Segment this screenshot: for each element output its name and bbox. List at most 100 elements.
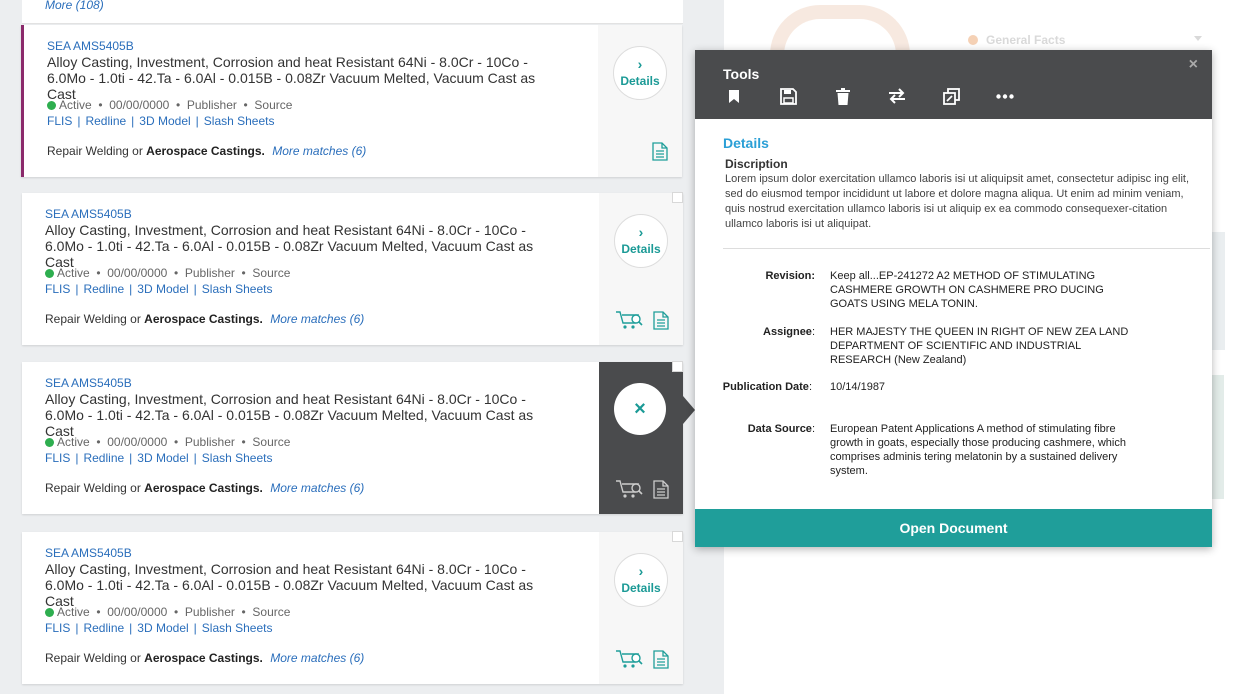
chevron-right-icon: ›	[638, 563, 644, 579]
status-text: Active	[57, 266, 90, 280]
document-icon[interactable]	[653, 479, 669, 499]
details-heading: Details	[723, 135, 769, 151]
copy-icon[interactable]	[942, 87, 960, 105]
separator: •	[243, 98, 248, 112]
match-snippet: Repair Welding or Aerospace Castings. Mo…	[45, 481, 364, 495]
status-text: Active	[57, 605, 90, 619]
results-list: More (108) SEA AMS5405B Alloy Casting, I…	[0, 0, 724, 694]
document-icon[interactable]	[652, 142, 668, 161]
field-key-label: Publication Date	[722, 381, 809, 393]
link-redline[interactable]: Redline	[83, 282, 124, 296]
link-slash-sheets[interactable]: Slash Sheets	[202, 621, 273, 635]
field-key-label: Assignee	[763, 326, 812, 338]
swap-icon[interactable]	[888, 87, 906, 105]
link-redline[interactable]: Redline	[83, 621, 124, 635]
status-text: Active	[59, 98, 92, 112]
details-button[interactable]: › Details	[614, 214, 668, 268]
open-document-button[interactable]: Open Document	[695, 509, 1212, 547]
details-label: Details	[621, 242, 661, 256]
details-button[interactable]: › Details	[614, 553, 668, 607]
match-prefix: Repair Welding or	[45, 651, 141, 665]
document-icon[interactable]	[653, 649, 669, 669]
link-flis[interactable]: FLIS	[45, 621, 70, 635]
link-flis[interactable]: FLIS	[47, 114, 72, 128]
link-slash-sheets[interactable]: Slash Sheets	[202, 451, 273, 465]
separator: •	[173, 435, 179, 449]
close-details-button[interactable]: ×	[614, 383, 666, 435]
select-checkbox[interactable]	[672, 531, 683, 542]
status-text: Active	[57, 435, 90, 449]
result-title[interactable]: Alloy Casting, Investment, Corrosion and…	[45, 391, 565, 439]
link-slash-sheets[interactable]: Slash Sheets	[204, 114, 275, 128]
active-status-icon	[47, 101, 56, 110]
separator: •	[241, 266, 246, 280]
link-redline[interactable]: Redline	[83, 451, 124, 465]
result-card[interactable]: SEA AMS5405B Alloy Casting, Investment, …	[22, 361, 683, 514]
field-value: European Patent Applications A method of…	[830, 423, 1126, 477]
result-links: FLIS | Redline | 3D Model | Slash Sheets	[45, 621, 273, 635]
link-3d-model[interactable]: 3D Model	[137, 621, 188, 635]
document-icon[interactable]	[653, 310, 669, 330]
separator: •	[98, 98, 103, 112]
link-3d-model[interactable]: 3D Model	[139, 114, 190, 128]
link-separator: |	[131, 114, 135, 128]
result-title[interactable]: Alloy Casting, Investment, Corrosion and…	[45, 561, 565, 609]
separator: •	[96, 605, 101, 619]
link-slash-sheets[interactable]: Slash Sheets	[202, 282, 273, 296]
more-matches-link[interactable]: More matches (6)	[270, 651, 364, 665]
close-icon[interactable]: ×	[1189, 56, 1198, 74]
result-title[interactable]: Alloy Casting, Investment, Corrosion and…	[47, 54, 567, 102]
link-separator: |	[129, 282, 133, 296]
link-separator: |	[75, 451, 79, 465]
save-icon[interactable]	[779, 87, 797, 105]
result-meta: Active • 00/00/0000 • Publisher • Source	[45, 605, 290, 619]
cart-search-icon[interactable]	[615, 479, 643, 499]
more-matches-link[interactable]: More matches (6)	[270, 481, 364, 495]
link-separator: |	[75, 282, 79, 296]
general-facts-dropdown[interactable]: General Facts	[968, 33, 1065, 47]
link-redline[interactable]: Redline	[85, 114, 126, 128]
chevron-down-icon[interactable]	[1194, 36, 1202, 41]
result-card[interactable]: SEA AMS5405B Alloy Casting, Investment, …	[22, 192, 683, 345]
card-actions: › Details	[598, 25, 682, 177]
result-links: FLIS | Redline | 3D Model | Slash Sheets	[45, 451, 273, 465]
date-text: 00/00/0000	[107, 266, 168, 280]
publisher-text: Publisher	[184, 605, 235, 619]
bookmark-icon[interactable]	[725, 87, 743, 105]
result-card[interactable]: SEA AMS5405B Alloy Casting, Investment, …	[21, 25, 682, 177]
select-checkbox[interactable]	[672, 361, 683, 372]
card-actions: › Details	[599, 192, 683, 345]
field-key: Assignee:	[763, 326, 815, 338]
cart-search-icon[interactable]	[615, 649, 643, 669]
description-label: Discription	[725, 157, 788, 171]
field-key-label: Revision	[765, 270, 812, 282]
divider	[723, 248, 1210, 249]
separator: •	[241, 435, 246, 449]
result-meta: Active • 00/00/0000 • Publisher • Source	[45, 435, 290, 449]
details-button[interactable]: › Details	[613, 46, 667, 100]
active-status-icon	[45, 608, 54, 617]
source-text: Source	[252, 605, 291, 619]
result-title[interactable]: Alloy Casting, Investment, Corrosion and…	[45, 222, 565, 270]
more-matches-link[interactable]: More matches (6)	[270, 312, 364, 326]
result-card[interactable]: SEA AMS5405B Alloy Casting, Investment, …	[22, 531, 683, 684]
link-3d-model[interactable]: 3D Model	[137, 282, 188, 296]
popup-pointer	[683, 396, 695, 424]
details-label: Details	[621, 581, 661, 595]
link-flis[interactable]: FLIS	[45, 451, 70, 465]
more-link[interactable]: More (108)	[45, 0, 104, 12]
more-matches-link[interactable]: More matches (6)	[272, 144, 366, 158]
result-code[interactable]: SEA AMS5405B	[45, 207, 132, 221]
cart-search-icon[interactable]	[615, 310, 643, 330]
trash-icon[interactable]	[834, 87, 852, 105]
link-separator: |	[195, 114, 199, 128]
result-code[interactable]: SEA AMS5405B	[47, 39, 134, 53]
result-code[interactable]: SEA AMS5405B	[45, 376, 132, 390]
select-checkbox[interactable]	[672, 192, 683, 203]
more-icon[interactable]	[996, 87, 1014, 105]
link-3d-model[interactable]: 3D Model	[137, 451, 188, 465]
publisher-text: Publisher	[184, 435, 235, 449]
result-code[interactable]: SEA AMS5405B	[45, 546, 132, 560]
link-flis[interactable]: FLIS	[45, 282, 70, 296]
date-text: 00/00/0000	[107, 605, 168, 619]
